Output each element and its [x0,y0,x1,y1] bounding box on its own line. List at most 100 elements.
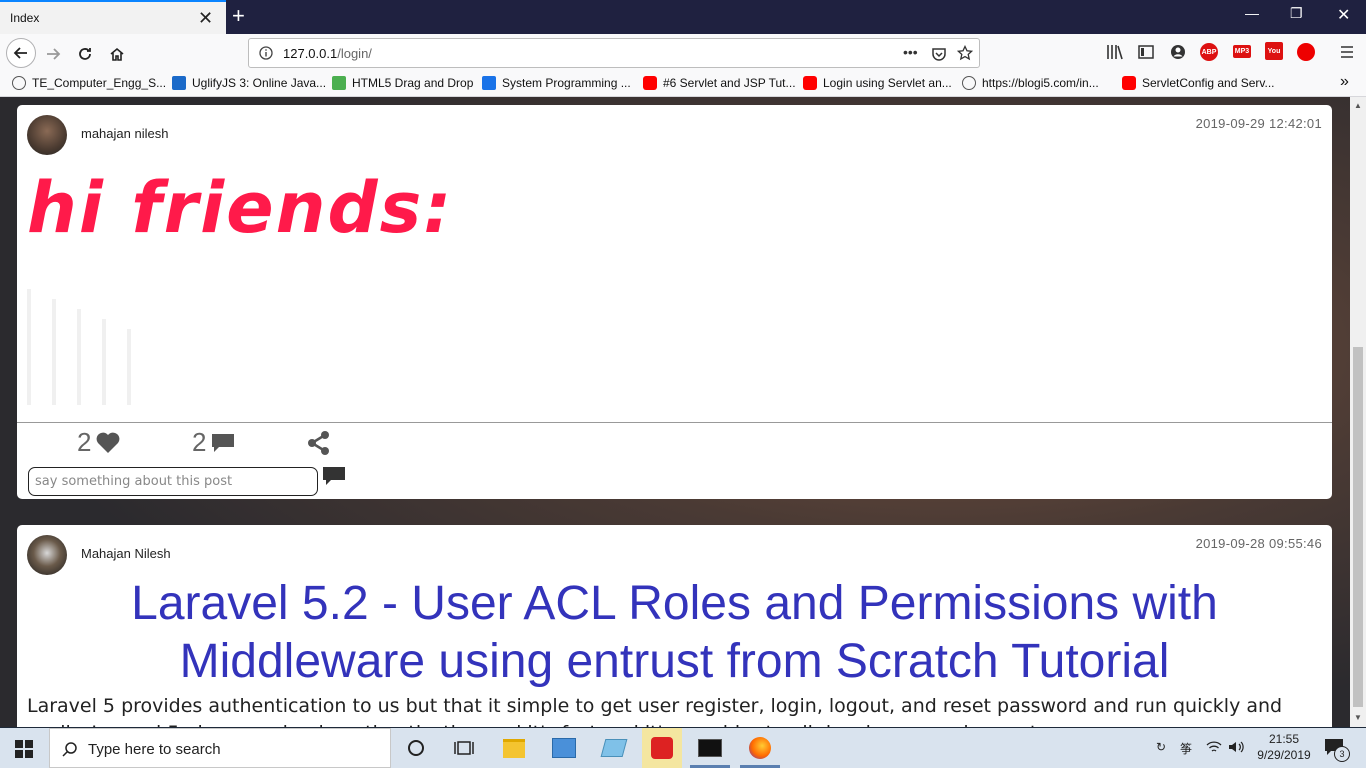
windows-taskbar: Type here to search ↻ 筝 21:55 9/29/2019 … [0,728,1366,768]
uglify-icon [172,76,186,90]
bookmark-item[interactable]: #6 Servlet and JSP Tut... [643,76,796,90]
bookmarks-overflow-icon[interactable]: » [1340,73,1349,91]
search-icon [62,742,77,757]
globe-icon [962,76,976,90]
url-text[interactable]: 127.0.0.1/login/ [283,46,372,61]
reload-button[interactable] [71,40,99,68]
volume-icon[interactable] [1228,740,1244,754]
bookmark-item[interactable]: UglifyJS 3: Online Java... [172,76,326,90]
clock-time: 21:55 [1268,732,1300,746]
system-clock[interactable]: 21:55 9/29/2019 [1256,731,1312,763]
youtube-icon [803,76,817,90]
search-placeholder: Type here to search [88,741,221,758]
restore-icon[interactable]: ❐ [1290,5,1303,22]
bookmark-label: TE_Computer_Engg_S... [32,76,167,90]
reload-icon [79,48,91,60]
url-host: 127.0.0.1 [283,46,338,61]
info-icon[interactable] [259,46,273,60]
bookmark-label: Login using Servlet an... [823,76,952,90]
file-explorer-icon[interactable] [498,734,530,762]
close-window-icon[interactable]: ✕ [1337,5,1350,25]
wifi-icon[interactable] [1206,740,1222,754]
library-icon[interactable] [1106,44,1124,60]
opera-extension-icon[interactable] [1297,43,1315,61]
adblock-plus-icon[interactable]: ABP [1200,43,1218,61]
new-tab-button[interactable]: + [232,3,245,29]
bookmark-item[interactable]: Login using Servlet an... [803,76,952,90]
task-view-icon[interactable] [448,734,480,762]
tab-index[interactable]: Index ✕ [0,0,226,34]
youtube-extension-icon[interactable]: You [1265,42,1283,60]
home-icon [110,47,124,61]
pp-icon [482,76,496,90]
back-button[interactable] [6,38,36,68]
page-scrollbar[interactable]: ▲ ▼ [1350,97,1366,727]
bookmark-label: https://blogi5.com/in... [982,76,1099,90]
bookmark-label: HTML5 Drag and Drop [352,76,474,90]
post-title[interactable]: Laravel 5.2 - User ACL Roles and Permiss… [17,575,1332,691]
gimp-icon[interactable] [642,728,682,768]
network-sync-icon[interactable]: ↻ [1156,740,1166,754]
bookmark-label: #6 Servlet and JSP Tut... [663,76,796,90]
bookmarks-bar: TE_Computer_Engg_S... UglifyJS 3: Online… [0,72,1366,97]
post-card: Mahajan Nilesh 2019-09-28 09:55:46 Larav… [17,525,1332,727]
decorative-bar [127,329,131,405]
tab-close-icon[interactable]: ✕ [198,8,213,28]
url-bar[interactable]: 127.0.0.1/login/ ••• [248,38,980,68]
share-icon[interactable] [307,430,331,456]
cortana-icon[interactable] [400,734,432,762]
page-actions-icon[interactable]: ••• [903,44,918,60]
post-body: Laravel 5 provides authentication to us … [27,695,1283,727]
mp3-downloader-icon[interactable]: MP3 [1233,45,1251,58]
decorative-bar [77,309,81,405]
sidebar-icon[interactable] [1138,44,1154,60]
notepad-icon[interactable] [598,734,630,762]
taskbar-search[interactable]: Type here to search [49,728,391,768]
pocket-icon[interactable] [931,46,947,62]
bookmark-item[interactable]: TE_Computer_Engg_S... [12,76,166,90]
forward-button[interactable] [39,40,67,68]
bookmark-item[interactable]: https://blogi5.com/in... [962,76,1099,90]
language-icon[interactable]: 筝 [1180,740,1192,757]
control-panel-icon[interactable] [548,734,580,762]
bookmark-item[interactable]: HTML5 Drag and Drop [332,76,473,90]
send-comment-icon[interactable] [322,465,346,489]
home-button[interactable] [103,40,131,68]
back-arrow-icon [13,47,27,59]
bookmark-label: UglifyJS 3: Online Java... [192,76,327,90]
avatar[interactable] [27,115,67,155]
action-center-button[interactable]: 3 [1324,738,1350,762]
bookmark-label: System Programming ... [502,76,631,90]
bookmark-item[interactable]: System Programming ... [482,76,631,90]
firefox-icon[interactable] [744,734,776,762]
heart-icon[interactable] [95,431,121,455]
like-counter[interactable]: 2 [77,427,121,458]
minimize-icon[interactable]: — [1245,5,1259,21]
post-divider [17,422,1332,423]
clock-date: 9/29/2019 [1257,748,1311,762]
account-icon[interactable] [1170,44,1186,60]
post-author[interactable]: mahajan nilesh [81,126,168,141]
decorative-bar [27,289,31,405]
scrollbar-thumb[interactable] [1353,347,1363,707]
url-path: /login/ [337,46,372,61]
like-count: 2 [77,427,92,457]
menu-icon[interactable] [1340,45,1354,59]
terminal-icon[interactable] [694,734,726,762]
scroll-down-icon[interactable]: ▼ [1354,713,1362,722]
youtube-icon [1122,76,1136,90]
post-text: hi friends: [27,167,454,249]
comment-icon[interactable] [210,431,236,455]
scroll-up-icon[interactable]: ▲ [1354,101,1362,110]
browser-title-bar: Index ✕ + — ❐ ✕ [0,0,1366,34]
bookmark-item[interactable]: ServletConfig and Serv... [1122,76,1275,90]
comment-count: 2 [192,427,207,457]
bookmark-label: ServletConfig and Serv... [1142,76,1275,90]
windows-start-icon[interactable] [15,740,33,758]
tab-title: Index [10,11,40,25]
comment-counter[interactable]: 2 [192,427,236,458]
post-author[interactable]: Mahajan Nilesh [81,546,171,561]
comment-input[interactable]: say something about this post [28,467,318,496]
bookmark-star-icon[interactable] [957,45,973,61]
avatar[interactable] [27,535,67,575]
